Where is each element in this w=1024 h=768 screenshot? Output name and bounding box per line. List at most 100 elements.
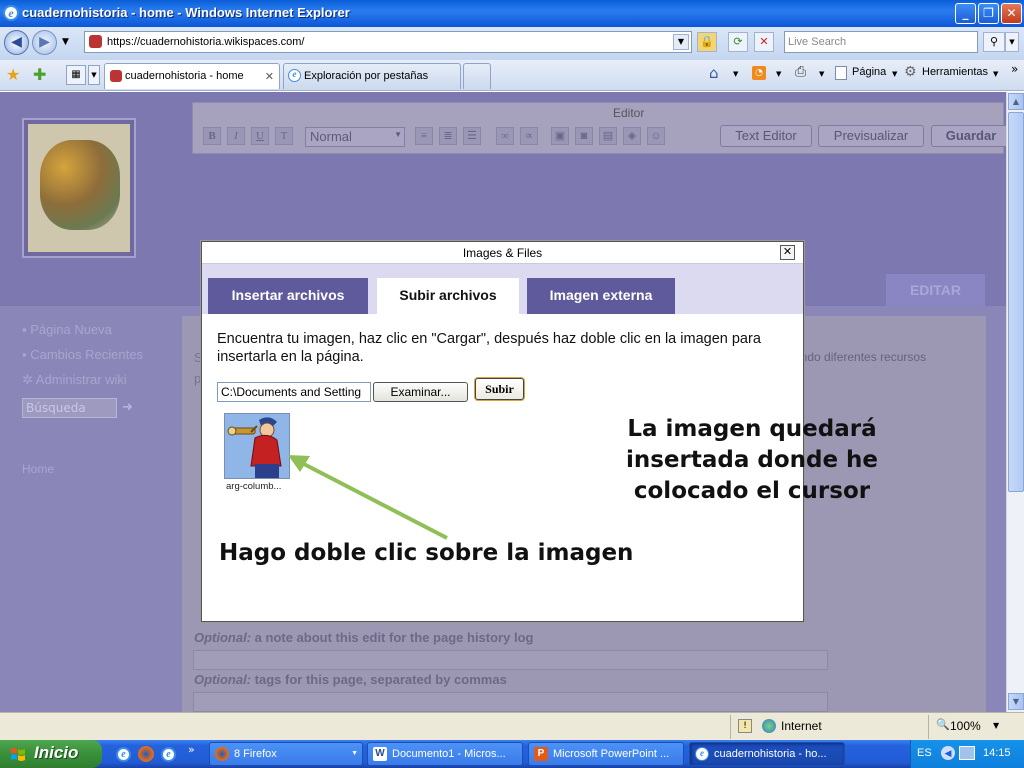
new-tab-button[interactable]	[463, 63, 491, 89]
tab-list-dropdown-icon[interactable]: ▼	[88, 65, 100, 85]
feeds-icon[interactable]: ◔	[752, 66, 766, 80]
stop-icon[interactable]: ✕	[754, 32, 774, 52]
window-title-bar: e cuadernohistoria - home - Windows Inte…	[0, 0, 1024, 27]
zoom-dropdown-icon[interactable]: ▼	[993, 721, 999, 730]
editor-toolbar: Editor B I U T Normal ▼ ≡ ≣ ☰ ∞ ∝ ▣ ◙ ▤ …	[192, 102, 1006, 154]
sidebar-item-manage-wiki[interactable]: ✲ Administrar wiki	[22, 372, 127, 388]
page-dropdown-icon[interactable]: ▼	[892, 70, 897, 78]
preview-button[interactable]: Previsualizar	[818, 125, 924, 147]
images-files-dialog: Images & Files ✕ Insertar archivos Subir…	[201, 241, 878, 622]
bold-button[interactable]: B	[203, 127, 221, 145]
address-bar[interactable]: https://cuadernohistoria.wikispaces.com/…	[84, 31, 692, 53]
special-char-icon[interactable]: ☺	[647, 127, 665, 145]
scroll-down-icon[interactable]: ▼	[1008, 693, 1024, 710]
numbered-list-icon[interactable]: ≡	[415, 127, 433, 145]
firefox-icon	[215, 747, 229, 761]
site-favicon-icon	[89, 35, 102, 48]
close-window-button[interactable]: ✕	[1001, 3, 1022, 24]
link-icon[interactable]: ∞	[496, 127, 514, 145]
search-go-icon[interactable]: ➜	[122, 400, 133, 415]
search-icon[interactable]: ⚲	[983, 32, 1005, 52]
powerpoint-icon: P	[534, 747, 548, 761]
windows-taskbar: Inicio e e » 8 Firefox ▼ W Documento1 - …	[0, 740, 1024, 768]
history-dropdown-icon[interactable]: ▼	[62, 37, 69, 47]
globe-icon	[762, 719, 776, 733]
edit-tab[interactable]: EDITAR	[886, 274, 985, 306]
save-button[interactable]: Guardar	[931, 125, 1006, 147]
sidebar-item-new-page[interactable]: ▪ Página Nueva	[22, 322, 112, 337]
home-dropdown-icon[interactable]: ▼	[733, 70, 738, 78]
start-button[interactable]: Inicio	[0, 740, 102, 768]
scroll-up-icon[interactable]: ▲	[1008, 93, 1024, 110]
home-icon[interactable]: ⌂	[709, 64, 719, 82]
text-color-icon[interactable]: T	[275, 127, 293, 145]
maximize-button[interactable]: ❐	[978, 3, 999, 24]
taskbar-item-firefox[interactable]: 8 Firefox ▼	[209, 742, 363, 766]
optional-tags-label: Optional: tags for this page, separated …	[194, 672, 507, 687]
minimize-button[interactable]: _	[955, 3, 976, 24]
tab-cuadernohistoria[interactable]: cuadernohistoria - home ✕	[104, 63, 280, 89]
edit-note-input[interactable]	[193, 650, 828, 670]
zoom-icon: 🔍	[936, 718, 950, 731]
table-icon[interactable]: ▤	[599, 127, 617, 145]
quicklaunch-firefox-icon[interactable]	[138, 746, 154, 762]
ie-icon: e	[695, 747, 709, 761]
add-favorites-icon[interactable]: ✚	[33, 65, 46, 84]
taskbar-item-powerpoint[interactable]: P Microsoft PowerPoint ...	[528, 742, 684, 766]
address-dropdown-icon[interactable]: ▼	[673, 34, 689, 50]
quicklaunch-ie-icon[interactable]: e	[116, 747, 131, 762]
italic-button[interactable]: I	[227, 127, 245, 145]
site-favicon-icon	[110, 70, 122, 82]
address-url: https://cuadernohistoria.wikispaces.com/	[107, 36, 305, 48]
tab-close-icon[interactable]: ✕	[265, 70, 274, 83]
favorites-star-icon[interactable]: ★	[6, 65, 20, 84]
address-toolbar: ◀ ▶ ▼ https://cuadernohistoria.wikispace…	[0, 27, 1024, 60]
tray-arrow-icon[interactable]: ◀	[941, 746, 955, 760]
window-title: cuadernohistoria - home - Windows Intern…	[22, 5, 350, 20]
system-tray: ES ◀ 14:15	[910, 740, 1024, 768]
sunflowers-logo-image	[22, 118, 136, 258]
refresh-icon[interactable]: ⟳	[728, 32, 748, 52]
scroll-thumb[interactable]	[1008, 112, 1024, 492]
image-icon[interactable]: ▣	[551, 127, 569, 145]
tools-dropdown-icon[interactable]: ▼	[993, 70, 998, 78]
group-dropdown-icon: ▼	[351, 750, 358, 757]
zoom-level[interactable]: 100%	[950, 719, 981, 733]
sidebar-home-link[interactable]: Home	[22, 462, 54, 476]
search-input[interactable]: Live Search	[784, 31, 978, 53]
quick-tabs-icon[interactable]: ▦	[66, 65, 86, 85]
tab-label: cuadernohistoria - home	[125, 70, 244, 82]
underline-button[interactable]: U	[251, 127, 269, 145]
feeds-dropdown-icon[interactable]: ▼	[776, 70, 781, 78]
back-button[interactable]: ◀	[4, 30, 29, 55]
format-select[interactable]: Normal ▼	[305, 127, 405, 147]
wiki-search-input[interactable]: Búsqueda	[22, 398, 117, 418]
unlink-icon[interactable]: ∝	[520, 127, 538, 145]
sidebar-item-recent-changes[interactable]: ▪ Cambios Recientes	[22, 347, 143, 362]
widget-icon[interactable]: ◈	[623, 127, 641, 145]
text-editor-button[interactable]: Text Editor	[720, 125, 812, 147]
print-icon[interactable]: ⎙	[795, 64, 806, 80]
taskbar-item-ie[interactable]: e cuadernohistoria - ho...	[689, 742, 845, 766]
vertical-scrollbar[interactable]: ▲ ▼	[1006, 92, 1024, 712]
print-dropdown-icon[interactable]: ▼	[819, 70, 824, 78]
quicklaunch-ie2-icon[interactable]: e	[161, 747, 176, 762]
tab-bar: ★ ✚ ▦ ▼ cuadernohistoria - home ✕ e Expl…	[0, 60, 1024, 91]
taskbar-item-word[interactable]: W Documento1 - Micros...	[367, 742, 523, 766]
quicklaunch-more-icon[interactable]: »	[188, 743, 195, 756]
page-menu[interactable]: Página	[852, 66, 886, 78]
media-icon[interactable]: ◙	[575, 127, 593, 145]
horizontal-rule-icon[interactable]: ☰	[463, 127, 481, 145]
network-icon[interactable]	[959, 746, 975, 760]
forward-button[interactable]: ▶	[32, 30, 57, 55]
format-dropdown-icon: ▼	[394, 130, 402, 139]
tools-menu[interactable]: Herramientas	[922, 66, 988, 78]
annotation-arrow	[288, 455, 448, 540]
language-indicator[interactable]: ES	[917, 747, 932, 759]
tab-exploracion[interactable]: e Exploración por pestañas	[283, 63, 461, 89]
bullet-list-icon[interactable]: ≣	[439, 127, 457, 145]
lock-icon[interactable]: 🔒	[697, 32, 717, 52]
more-commands-icon[interactable]: »	[1011, 62, 1018, 76]
tags-input[interactable]	[193, 692, 828, 712]
search-options-icon[interactable]: ▼	[1005, 32, 1019, 52]
